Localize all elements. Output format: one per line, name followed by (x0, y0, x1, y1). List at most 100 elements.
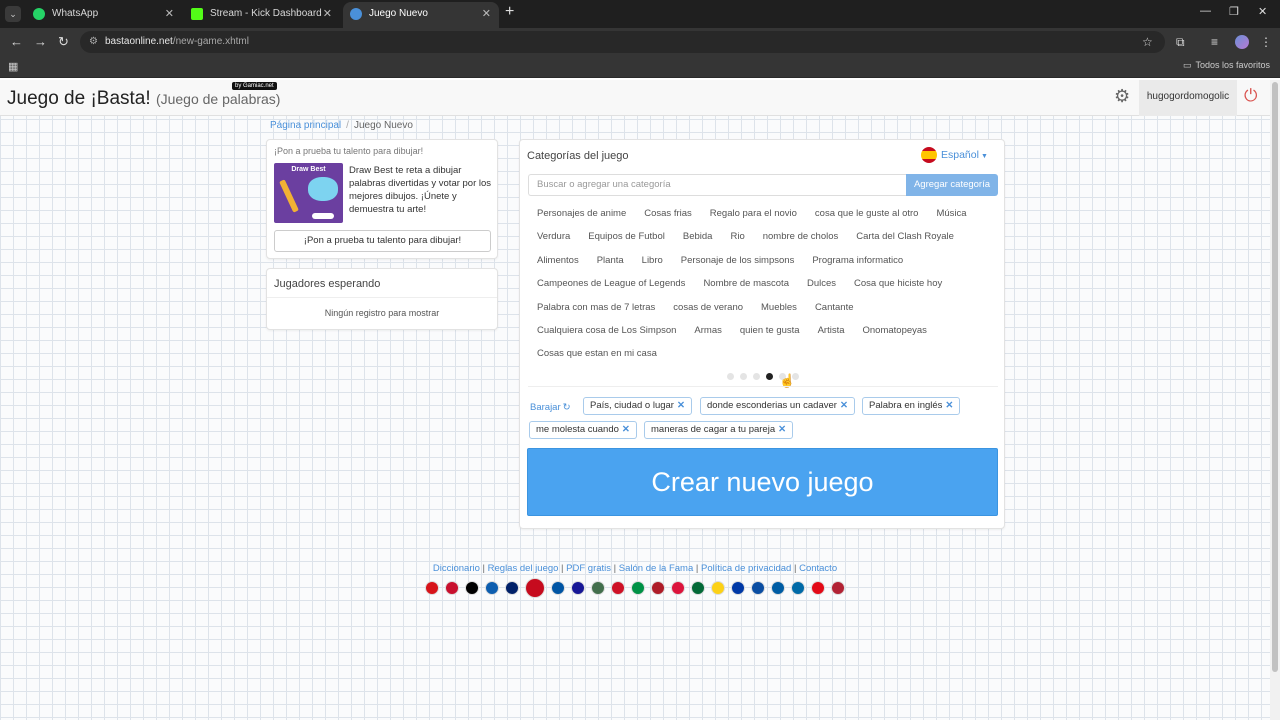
category-suggestion[interactable]: cosas de verano (664, 296, 752, 319)
language-flag-icon[interactable] (691, 581, 705, 595)
category-suggestion[interactable]: Cosas frias (635, 202, 701, 225)
category-suggestion[interactable]: Verdura (528, 225, 579, 248)
remove-x-icon[interactable]: ✕ (778, 424, 786, 435)
tab-search-icon[interactable]: ⌄ (5, 6, 21, 22)
back-icon[interactable]: ← (10, 34, 23, 49)
category-suggestion[interactable]: Planta (588, 249, 633, 272)
language-flag-icon[interactable] (631, 581, 645, 595)
category-suggestion[interactable]: Libro (633, 249, 672, 272)
selected-category[interactable]: maneras de cagar a tu pareja ✕ (644, 421, 794, 439)
selected-category[interactable]: País, ciudad o lugar ✕ (583, 397, 692, 415)
footer-link[interactable]: Contacto (799, 563, 837, 574)
category-suggestion[interactable]: Onomatopeyas (854, 319, 936, 342)
bookmark-star-icon[interactable]: ☆ (1142, 35, 1153, 49)
category-suggestion[interactable]: Campeones de League of Legends (528, 272, 694, 295)
site-info-icon[interactable]: ⚙ (89, 31, 98, 53)
language-flag-icon[interactable] (731, 581, 745, 595)
language-flag-icon[interactable] (591, 581, 605, 595)
restore-icon[interactable]: ❐ (1229, 5, 1239, 18)
footer-link[interactable]: Diccionario (433, 563, 480, 574)
footer-link[interactable]: Reglas del juego (488, 563, 559, 574)
category-suggestion[interactable]: Artista (809, 319, 854, 342)
category-suggestion[interactable]: Equipos de Futbol (579, 225, 674, 248)
category-suggestion[interactable]: Muebles (752, 296, 806, 319)
apps-grid-icon[interactable]: ▦ (8, 60, 18, 73)
category-suggestion[interactable]: Cualquiera cosa de Los Simpson (528, 319, 685, 342)
username-label[interactable]: hugogordomogolic (1139, 80, 1237, 116)
footer-link[interactable]: PDF gratis (566, 563, 611, 574)
category-suggestion[interactable]: Programa informatico (803, 249, 912, 272)
add-category-button[interactable]: Agregar categoría (906, 174, 998, 196)
selected-category[interactable]: donde esconderias un cadaver ✕ (700, 397, 855, 415)
logout-power-icon[interactable]: ⏻ (1244, 86, 1257, 106)
language-flag-icon[interactable] (831, 581, 845, 595)
category-suggestion[interactable]: Cantante (806, 296, 863, 319)
footer-link[interactable]: Salón de la Fama (619, 563, 693, 574)
category-suggestion[interactable]: Carta del Clash Royale (847, 225, 963, 248)
pagination-dot[interactable] (753, 373, 760, 380)
language-dropdown[interactable]: Español ▼ (921, 147, 988, 163)
category-suggestion[interactable]: Nombre de mascota (694, 272, 798, 295)
category-suggestion[interactable]: Dulces (798, 272, 845, 295)
draw-best-button[interactable]: ¡Pon a prueba tu talento para dibujar! (274, 230, 491, 252)
page-scrollbar[interactable] (1270, 80, 1280, 720)
shuffle-button[interactable]: Barajar ↻ (530, 402, 571, 413)
close-icon[interactable]: ✕ (323, 2, 332, 26)
pagination-dot[interactable] (740, 373, 747, 380)
category-suggestion[interactable]: quien te gusta (731, 319, 809, 342)
remove-x-icon[interactable]: ✕ (945, 400, 953, 411)
tab-juego-nuevo[interactable]: Juego Nuevo ✕ (343, 2, 499, 28)
language-flag-icon[interactable] (771, 581, 785, 595)
language-flag-icon[interactable] (505, 581, 519, 595)
language-flag-icon[interactable] (711, 581, 725, 595)
scrollbar-thumb[interactable] (1272, 82, 1278, 672)
selected-category[interactable]: Palabra en inglés ✕ (862, 397, 961, 415)
language-flag-icon[interactable] (445, 581, 459, 595)
language-flag-icon[interactable] (811, 581, 825, 595)
create-game-button[interactable]: Crear nuevo juego (527, 448, 998, 516)
all-bookmarks-folder[interactable]: ▭ Todos los favoritos (1183, 60, 1270, 71)
language-flag-icon[interactable] (651, 581, 665, 595)
draw-best-image[interactable]: Draw Best (274, 163, 343, 223)
menu-icon[interactable]: ⋮ (1260, 35, 1272, 49)
category-suggestion[interactable]: Personaje de los simpsons (672, 249, 804, 272)
language-flag-icon[interactable] (425, 581, 439, 595)
category-suggestion[interactable]: Cosa que hiciste hoy (845, 272, 951, 295)
breadcrumb-home-link[interactable]: Página principal (270, 120, 341, 131)
remove-x-icon[interactable]: ✕ (622, 424, 630, 435)
close-icon[interactable]: ✕ (482, 2, 491, 26)
footer-link[interactable]: Política de privacidad (701, 563, 791, 574)
language-flag-icon[interactable] (525, 578, 545, 598)
language-flag-icon[interactable] (551, 581, 565, 595)
category-suggestion[interactable]: nombre de cholos (754, 225, 848, 248)
category-suggestion[interactable]: Cosas que estan en mi casa (528, 342, 666, 365)
category-search-input[interactable]: Buscar o agregar una categoría (528, 174, 906, 196)
pagination-dot[interactable] (766, 373, 773, 380)
category-suggestion[interactable]: Bebida (674, 225, 722, 248)
category-suggestion[interactable]: Regalo para el novio (701, 202, 806, 225)
category-suggestion[interactable]: Armas (685, 319, 730, 342)
category-suggestion[interactable]: Alimentos (528, 249, 588, 272)
tab-whatsapp[interactable]: WhatsApp ✕ (26, 2, 182, 28)
language-flag-icon[interactable] (485, 581, 499, 595)
url-input[interactable]: ⚙ bastaonline.net/new-game.xhtml (80, 31, 1165, 53)
site-brand[interactable]: Juego de ¡Basta! (Juego de palabras) (7, 88, 280, 110)
language-flag-icon[interactable] (751, 581, 765, 595)
close-icon[interactable]: ✕ (165, 2, 174, 26)
language-flag-icon[interactable] (611, 581, 625, 595)
language-flag-icon[interactable] (571, 581, 585, 595)
remove-x-icon[interactable]: ✕ (840, 400, 848, 411)
profile-avatar[interactable] (1235, 35, 1249, 49)
category-suggestion[interactable]: Personajes de anime (528, 202, 635, 225)
new-tab-button[interactable]: + (505, 3, 514, 21)
extensions-icon[interactable]: ⧉ (1176, 35, 1185, 50)
category-suggestion[interactable]: cosa que le guste al otro (806, 202, 928, 225)
language-flag-icon[interactable] (465, 581, 479, 595)
remove-x-icon[interactable]: ✕ (677, 400, 685, 411)
media-icon[interactable]: ≡ (1211, 35, 1218, 49)
category-suggestion[interactable]: Rio (721, 225, 753, 248)
language-flag-icon[interactable] (791, 581, 805, 595)
category-suggestion[interactable]: Música (927, 202, 975, 225)
reload-icon[interactable]: ↻ (58, 34, 69, 50)
category-suggestion[interactable]: Palabra con mas de 7 letras (528, 296, 664, 319)
